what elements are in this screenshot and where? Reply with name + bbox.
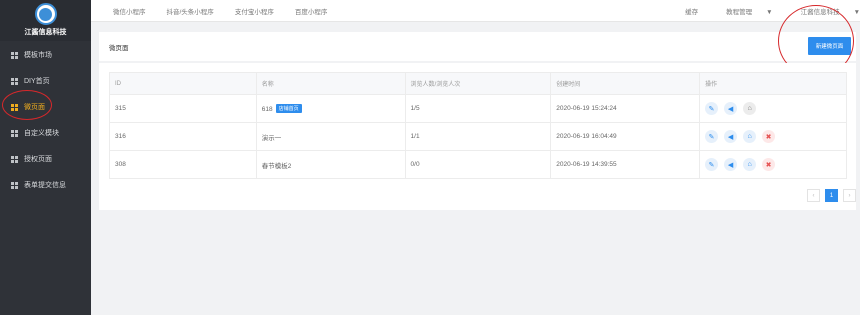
next-page-button[interactable]: › — [843, 189, 856, 202]
page-button-current[interactable]: 1 — [825, 189, 838, 202]
home-page-badge: 店铺首页 — [275, 104, 302, 113]
cell-views: 0/0 — [404, 150, 552, 179]
grid-icon — [11, 51, 18, 59]
grid-icon — [11, 129, 18, 137]
chevron-down-icon: ▼ — [766, 9, 773, 16]
brand: 江酱信息科技 — [0, 0, 91, 41]
cache-link[interactable]: 缓存 — [685, 6, 698, 16]
trash-icon[interactable]: ✖ — [762, 130, 776, 143]
brand-logo — [34, 3, 57, 25]
megaphone-icon[interactable]: ◀ — [724, 158, 738, 171]
home-icon[interactable]: ⌂ — [743, 158, 757, 171]
cell-actions: ✎ ◀ ⌂ — [699, 94, 847, 123]
pencil-icon[interactable]: ✎ — [705, 102, 719, 115]
cell-views: 1/5 — [404, 94, 552, 123]
sidebar-item-template-market[interactable]: 模板市场 — [0, 42, 91, 68]
cell-id: 316 — [109, 122, 257, 151]
cell-created: 2020-06-19 14:39:55 — [550, 150, 701, 179]
cell-created: 2020-06-19 15:24:24 — [550, 94, 701, 123]
cell-name: 演示一 — [255, 122, 406, 151]
tutorial-menu[interactable]: 教程管理 ▼ — [712, 6, 772, 16]
sidebar-item-label: DIY首页 — [24, 78, 50, 85]
tutorial-label: 教程管理 — [726, 9, 753, 16]
top-nav: 微信小程序 抖音/头条小程序 支付宝小程序 百度小程序 缓存 教程管理 ▼ 江酱信… — [91, 0, 860, 22]
cell-created: 2020-06-19 16:04:49 — [550, 122, 701, 151]
grid-icon — [11, 77, 18, 85]
sidebar-item-label: 表单提交信息 — [24, 182, 66, 189]
table-row: 308 春节模板2 0/0 2020-06-19 14:39:55 ✎ ◀ ⌂ … — [109, 150, 847, 179]
column-header-created: 创建时间 — [550, 72, 701, 95]
sidebar-item-label: 自定义模块 — [24, 130, 59, 137]
column-header-id: ID — [109, 72, 257, 95]
micro-page-table: ID 名称 浏览人数/浏览人次 创建时间 操作 315 618 店铺首页 1/5 … — [109, 72, 847, 179]
home-icon[interactable]: ⌂ — [743, 102, 757, 115]
tab-alipay[interactable]: 支付宝小程序 — [235, 6, 274, 16]
page-name: 618 — [261, 106, 273, 113]
sidebar-item-label: 授权页面 — [24, 156, 52, 163]
grid-icon — [11, 181, 18, 189]
tab-douyin[interactable]: 抖音/头条小程序 — [167, 6, 214, 16]
brand-name: 江酱信息科技 — [24, 29, 67, 36]
cell-actions: ✎ ◀ ⌂ ✖ — [699, 122, 847, 151]
annotation-ellipse — [2, 90, 52, 120]
column-header-views: 浏览人数/浏览人次 — [404, 72, 552, 95]
pencil-icon[interactable]: ✎ — [705, 158, 719, 171]
sidebar-item-custom-module[interactable]: 自定义模块 — [0, 120, 91, 146]
sidebar-item-label: 模板市场 — [24, 52, 52, 59]
table-row: 316 演示一 1/1 2020-06-19 16:04:49 ✎ ◀ ⌂ ✖ — [109, 122, 847, 151]
cell-views: 1/1 — [404, 122, 552, 151]
page-title: 微页面 — [109, 44, 129, 52]
column-header-name: 名称 — [255, 72, 406, 95]
sidebar-item-auth-page[interactable]: 授权页面 — [0, 146, 91, 172]
tab-baidu[interactable]: 百度小程序 — [295, 6, 328, 16]
cell-id: 308 — [109, 150, 257, 179]
cell-id: 315 — [109, 94, 257, 123]
tab-wechat[interactable]: 微信小程序 — [113, 6, 146, 16]
table-header-row: ID 名称 浏览人数/浏览人次 创建时间 操作 — [109, 72, 847, 95]
pagination: ‹ 1 › — [807, 189, 856, 202]
grid-icon — [11, 155, 18, 163]
cell-actions: ✎ ◀ ⌂ ✖ — [699, 150, 847, 179]
trash-icon[interactable]: ✖ — [762, 158, 776, 171]
sidebar-menu: 模板市场 DIY首页 微页面 自定义模块 授权页面 表单提交信息 — [0, 42, 91, 198]
pencil-icon[interactable]: ✎ — [705, 130, 719, 143]
cell-name: 618 店铺首页 — [255, 94, 406, 123]
page-header: 微页面 新建微页面 — [99, 32, 856, 61]
cell-name: 春节模板2 — [255, 150, 406, 179]
list-card: ID 名称 浏览人数/浏览人次 创建时间 操作 315 618 店铺首页 1/5 … — [99, 63, 856, 210]
megaphone-icon[interactable]: ◀ — [724, 102, 738, 115]
sidebar: 江酱信息科技 模板市场 DIY首页 微页面 自定义模块 授权页面 表单提交信息 — [0, 0, 91, 315]
home-icon[interactable]: ⌂ — [743, 130, 757, 143]
sidebar-item-form-submissions[interactable]: 表单提交信息 — [0, 172, 91, 198]
megaphone-icon[interactable]: ◀ — [724, 130, 738, 143]
chevron-down-icon: ▼ — [853, 9, 860, 16]
prev-page-button[interactable]: ‹ — [807, 189, 820, 202]
column-header-actions: 操作 — [699, 72, 847, 95]
sidebar-item-diy-home[interactable]: DIY首页 — [0, 68, 91, 94]
table-row: 315 618 店铺首页 1/5 2020-06-19 15:24:24 ✎ ◀ … — [109, 94, 847, 123]
